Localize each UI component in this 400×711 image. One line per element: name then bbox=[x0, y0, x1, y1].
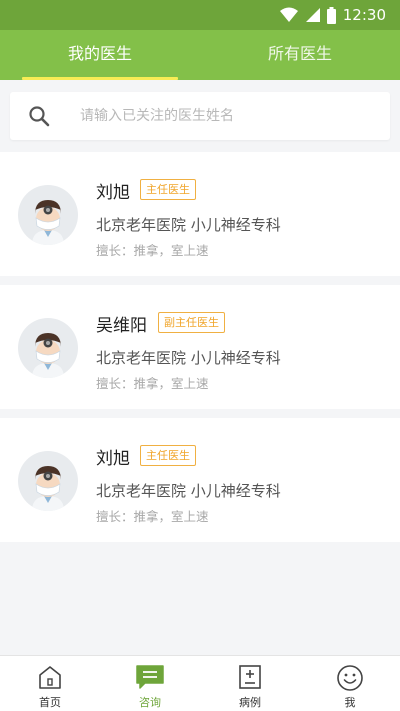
battery-icon bbox=[326, 6, 336, 24]
doctor-card[interactable]: 刘旭 主任医生 北京老年医院 小儿神经专科 擅长：推拿，室上速 bbox=[0, 152, 400, 276]
nav-me[interactable]: 我 bbox=[300, 656, 400, 711]
doctor-avatar bbox=[18, 451, 78, 511]
doctor-avatar bbox=[18, 318, 78, 378]
status-bar: 12:30 bbox=[0, 0, 400, 30]
doctor-avatar bbox=[18, 185, 78, 245]
wifi-icon bbox=[279, 7, 298, 22]
doctor-title-badge: 主任医生 bbox=[140, 179, 196, 200]
doctor-name: 刘旭 bbox=[96, 449, 130, 469]
doctor-title-badge: 副主任医生 bbox=[158, 312, 225, 333]
doctor-skills: 擅长：推拿，室上速 bbox=[96, 509, 209, 524]
doctor-name: 吴维阳 bbox=[96, 316, 147, 336]
doctor-title-badge: 主任医生 bbox=[140, 445, 196, 466]
home-icon bbox=[39, 666, 61, 689]
nav-consult[interactable]: 咨询 bbox=[100, 656, 200, 711]
nav-label: 我 bbox=[344, 696, 356, 709]
tab-all-doctors[interactable]: 所有医生 bbox=[200, 30, 400, 80]
smiley-icon bbox=[337, 665, 363, 691]
doctor-card[interactable]: 刘旭 主任医生 北京老年医院 小儿神经专科 擅长：推拿，室上速 bbox=[0, 418, 400, 542]
status-time: 12:30 bbox=[342, 6, 386, 24]
tab-label: 所有医生 bbox=[267, 44, 332, 63]
doctor-hospital: 北京老年医院 小儿神经专科 bbox=[96, 482, 281, 500]
chat-icon bbox=[136, 665, 164, 689]
search-icon bbox=[29, 106, 50, 127]
search-bar bbox=[10, 92, 390, 140]
signal-icon bbox=[305, 8, 320, 22]
doctor-card[interactable]: 吴维阳 副主任医生 北京老年医院 小儿神经专科 擅长：推拿，室上速 bbox=[0, 285, 400, 409]
nav-medical-record[interactable]: 病例 bbox=[200, 656, 300, 711]
tab-active-indicator bbox=[22, 77, 178, 80]
doctor-hospital: 北京老年医院 小儿神经专科 bbox=[96, 349, 281, 367]
search-input[interactable] bbox=[80, 92, 380, 140]
doctor-hospital: 北京老年医院 小儿神经专科 bbox=[96, 216, 281, 234]
status-icons: 12:30 bbox=[279, 6, 386, 24]
medical-record-icon bbox=[239, 665, 261, 689]
nav-label: 首页 bbox=[39, 696, 61, 709]
nav-home[interactable]: 首页 bbox=[0, 656, 100, 711]
doctor-name: 刘旭 bbox=[96, 183, 130, 203]
tab-my-doctors[interactable]: 我的医生 bbox=[0, 30, 200, 80]
doctor-skills: 擅长：推拿，室上速 bbox=[96, 243, 209, 258]
bottom-nav: 首页 咨询 病例 我 bbox=[0, 655, 400, 711]
doctor-skills: 擅长：推拿，室上速 bbox=[96, 376, 209, 391]
header-tabs: 我的医生 所有医生 bbox=[0, 30, 400, 80]
nav-label: 病例 bbox=[239, 696, 261, 709]
tab-label: 我的医生 bbox=[67, 44, 132, 63]
nav-label: 咨询 bbox=[139, 696, 161, 709]
